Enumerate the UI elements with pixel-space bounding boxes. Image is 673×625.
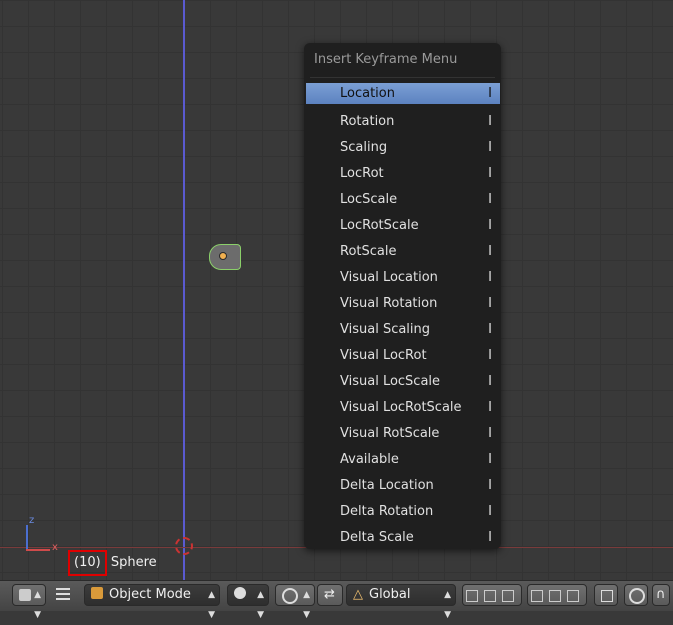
menu-item-visual-rotation[interactable]: Visual Rotation I	[306, 291, 500, 317]
solid-shading-icon	[234, 587, 246, 599]
object-name: Sphere	[110, 555, 157, 570]
axis-gizmo: z x	[20, 515, 60, 555]
manipulator-toggle[interactable]: ⇄	[317, 584, 343, 606]
transform-orientation-icon: △	[353, 587, 363, 602]
menu-item-delta-scale[interactable]: Delta Scale I	[306, 525, 500, 551]
menu-item-locrot[interactable]: LocRot I	[306, 161, 500, 187]
proportional-edit-icon	[629, 588, 645, 604]
menu-item-visual-locrot[interactable]: Visual LocRot I	[306, 343, 500, 369]
menu-title: Insert Keyframe Menu	[314, 52, 458, 67]
magnet-icon: ∩	[656, 587, 666, 602]
z-axis-line	[183, 0, 185, 580]
snap-button[interactable]: ∩	[652, 584, 670, 606]
menu-item-visual-locrotscale[interactable]: Visual LocRotScale I	[306, 395, 500, 421]
menu-item-visual-location[interactable]: Visual Location I	[306, 265, 500, 291]
object-info: (10) Sphere	[68, 550, 157, 576]
manipulator-icon: ⇄	[324, 587, 335, 602]
layer-buttons-1[interactable]	[462, 584, 522, 606]
menu-toggle-icon[interactable]	[56, 588, 70, 600]
mode-dropdown[interactable]: Object Mode ▲ ▼	[84, 584, 220, 620]
menu-item-delta-rotation[interactable]: Delta Rotation I	[306, 499, 500, 525]
menu-item-visual-scaling[interactable]: Visual Scaling I	[306, 317, 500, 343]
lock-camera-button[interactable]	[594, 584, 618, 606]
axis-x-label: x	[52, 542, 58, 553]
lock-icon	[601, 590, 613, 602]
menu-item-scaling[interactable]: Scaling I	[306, 135, 500, 161]
menu-item-rotation[interactable]: Rotation I	[306, 109, 500, 135]
3d-cursor-icon[interactable]	[175, 537, 193, 555]
viewport-header: ▲ ▼ Object Mode ▲ ▼ ▲ ▼ ▲ ▼ ⇄ △ Global ▲ ▼ ∩	[0, 580, 673, 620]
object-origin	[219, 252, 227, 260]
menu-item-location[interactable]: Location I	[306, 83, 500, 104]
layer-buttons-2[interactable]	[527, 584, 587, 606]
mode-label: Object Mode	[109, 587, 191, 602]
pivot-dropdown[interactable]: ▲ ▼	[275, 584, 315, 620]
menu-separator	[310, 77, 495, 78]
menu-item-visual-rotscale[interactable]: Visual RotScale I	[306, 421, 500, 447]
orientation-dropdown[interactable]: △ Global ▲ ▼	[346, 584, 456, 620]
menu-item-visual-locscale[interactable]: Visual LocScale I	[306, 369, 500, 395]
insert-keyframe-menu: Insert Keyframe Menu Location I Rotation I…	[304, 43, 501, 549]
menu-item-locscale[interactable]: LocScale I	[306, 187, 500, 213]
axis-z-label: z	[29, 515, 35, 526]
frame-number-highlight: (10)	[68, 550, 107, 576]
orientation-label: Global	[369, 587, 411, 602]
pivot-icon	[282, 588, 298, 604]
cube-editor-icon	[19, 589, 31, 601]
menu-item-rotscale[interactable]: RotScale I	[306, 239, 500, 265]
editor-type-button[interactable]: ▲ ▼	[12, 584, 46, 620]
menu-item-delta-location[interactable]: Delta Location I	[306, 473, 500, 499]
shading-dropdown[interactable]: ▲ ▼	[227, 584, 269, 620]
menu-item-locrotscale[interactable]: LocRotScale I	[306, 213, 500, 239]
menu-item-available[interactable]: Available I	[306, 447, 500, 473]
menu-items: Location I Rotation I Scaling I LocRot I Loc…	[306, 83, 500, 551]
proportional-edit-button[interactable]	[624, 584, 648, 606]
object-mode-icon	[91, 587, 103, 599]
